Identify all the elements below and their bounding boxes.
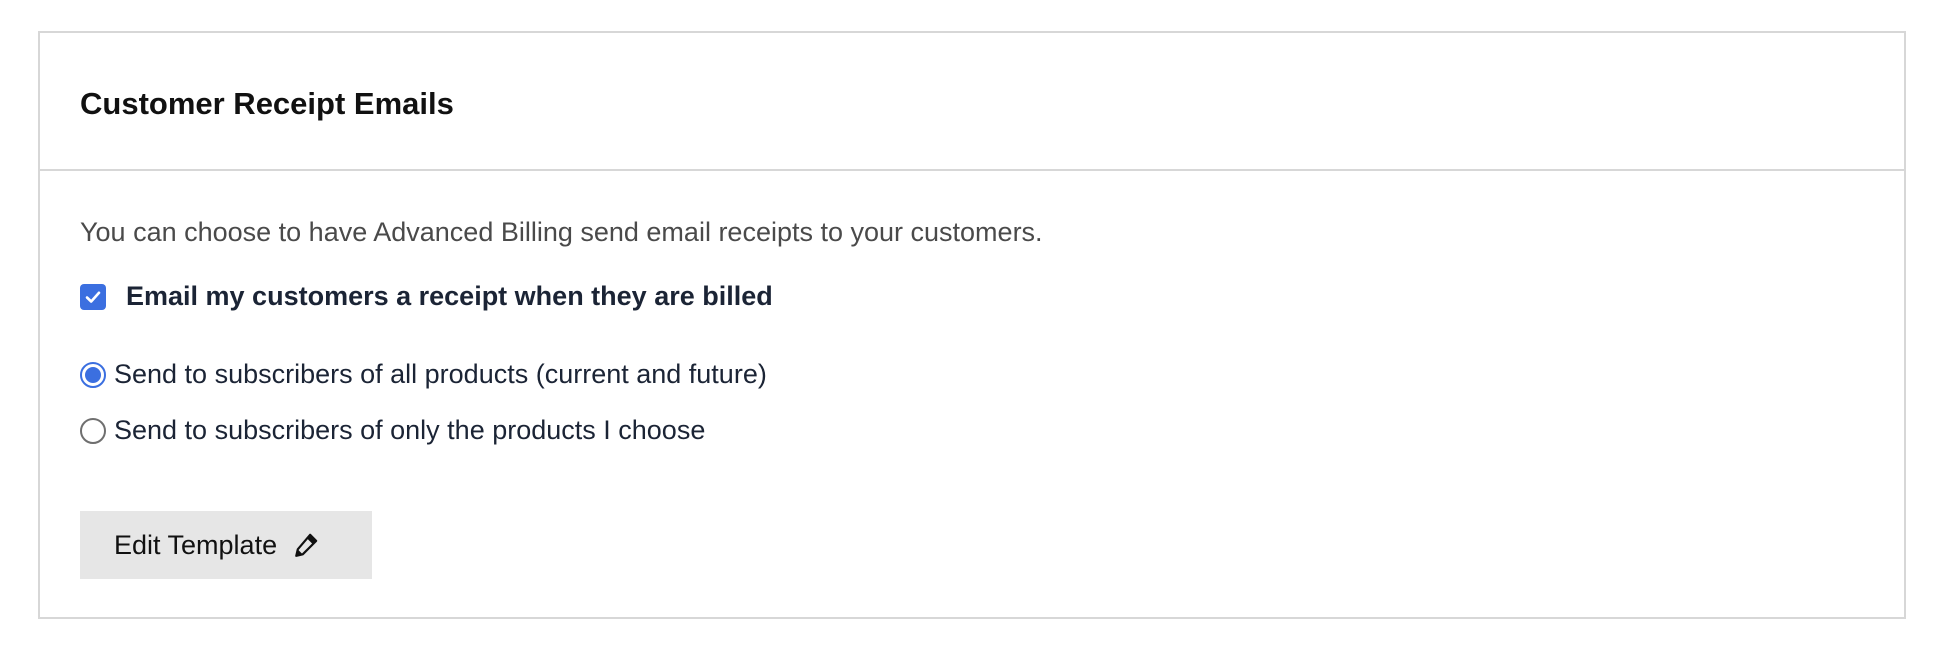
radio-chosen-products[interactable] <box>80 417 106 444</box>
pencil-icon <box>293 532 319 558</box>
intro-text: You can choose to have Advanced Billing … <box>80 217 1043 247</box>
edit-template-button[interactable]: Edit Template <box>80 511 372 579</box>
edit-template-label: Edit Template <box>114 529 278 560</box>
email-receipt-checkbox[interactable] <box>80 283 106 310</box>
radio-all-products-label: Send to subscribers of all products (cur… <box>114 359 767 389</box>
radio-chosen-products-label: Send to subscribers of only the products… <box>114 415 706 445</box>
customer-receipt-emails-panel: Customer Receipt Emails You can choose t… <box>38 31 1906 619</box>
radio-all-products[interactable] <box>80 361 106 388</box>
panel-title: Customer Receipt Emails <box>80 86 454 121</box>
email-receipt-option[interactable]: Email my customers a receipt when they a… <box>80 281 773 312</box>
panel-header: Customer Receipt Emails <box>40 33 1904 171</box>
radio-all-products-option[interactable]: Send to subscribers of all products (cur… <box>80 359 767 390</box>
checkmark-icon <box>85 291 101 303</box>
email-receipt-label: Email my customers a receipt when they a… <box>126 281 773 311</box>
radio-chosen-products-option[interactable]: Send to subscribers of only the products… <box>80 415 705 446</box>
